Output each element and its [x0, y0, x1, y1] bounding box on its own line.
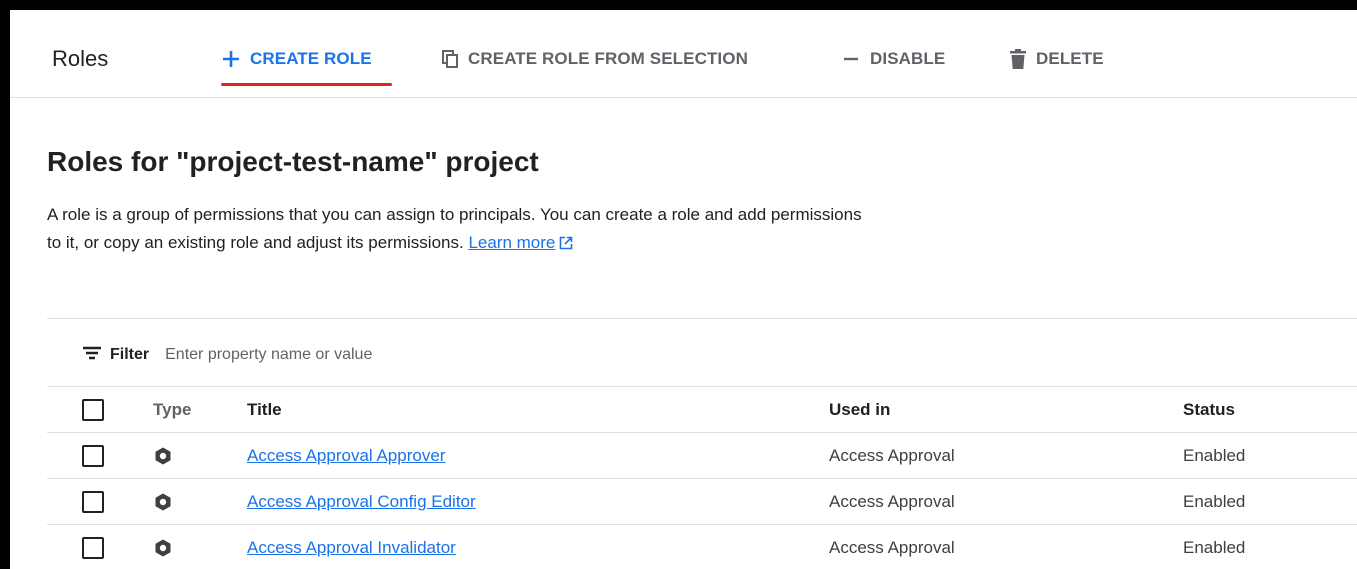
- create-role-from-selection-button[interactable]: CREATE ROLE FROM SELECTION: [442, 46, 748, 72]
- column-header-used-in[interactable]: Used in: [829, 387, 890, 432]
- used-in-cell: Access Approval: [829, 445, 955, 465]
- column-header-status[interactable]: Status: [1183, 387, 1235, 432]
- status-cell: Enabled: [1183, 491, 1246, 511]
- column-header-type[interactable]: Type: [153, 387, 191, 432]
- page-title: Roles for "project-test-name" project: [47, 146, 539, 177]
- disable-label: DISABLE: [870, 49, 946, 68]
- delete-label: DELETE: [1036, 49, 1104, 68]
- status-cell: Enabled: [1183, 537, 1246, 557]
- hexagon-role-icon: [153, 525, 173, 569]
- hexagon-role-icon: [153, 479, 173, 524]
- table-row: Access Approval Config Editor Access App…: [47, 479, 1357, 525]
- column-header-title[interactable]: Title: [247, 387, 282, 432]
- active-tab-underline: [221, 83, 392, 86]
- create-role-from-selection-label: CREATE ROLE FROM SELECTION: [468, 49, 748, 68]
- learn-more-link[interactable]: Learn more: [468, 233, 555, 252]
- page-description: A role is a group of permissions that yo…: [47, 201, 867, 259]
- copy-icon: [442, 50, 458, 68]
- minus-icon: [842, 50, 860, 68]
- description-text: A role is a group of permissions that yo…: [47, 205, 862, 252]
- divider: [47, 318, 1357, 319]
- delete-button[interactable]: DELETE: [1010, 46, 1104, 72]
- trash-icon: [1010, 49, 1026, 69]
- status-cell: Enabled: [1183, 445, 1246, 465]
- table-row: Access Approval Approver Access Approval…: [47, 433, 1357, 479]
- filter-label: Filter: [110, 346, 150, 363]
- role-title-cell: Access Approval Approver: [247, 433, 445, 478]
- disable-button[interactable]: DISABLE: [842, 46, 945, 72]
- table-header-row: Type Title Used in Status: [47, 386, 1357, 433]
- filter-bar[interactable]: Filter: [82, 343, 668, 367]
- role-title-cell: Access Approval Invalidator: [247, 525, 456, 569]
- select-all-checkbox[interactable]: [81, 387, 105, 432]
- role-title-link[interactable]: Access Approval Config Editor: [247, 492, 476, 512]
- create-role-label: CREATE ROLE: [250, 49, 372, 68]
- role-title-link[interactable]: Access Approval Approver: [247, 446, 445, 466]
- page-name: Roles: [52, 46, 109, 71]
- role-title-cell: Access Approval Config Editor: [247, 479, 476, 524]
- filter-input[interactable]: [163, 345, 668, 365]
- hexagon-role-icon: [153, 433, 173, 478]
- roles-page: Roles CREATE ROLE CREATE ROLE FROM SELEC…: [10, 10, 1357, 569]
- filter-icon: [82, 345, 102, 366]
- row-checkbox[interactable]: [81, 433, 105, 478]
- role-title-link[interactable]: Access Approval Invalidator: [247, 538, 456, 558]
- row-checkbox[interactable]: [81, 525, 105, 569]
- used-in-cell: Access Approval: [829, 537, 955, 557]
- external-link-icon: [559, 231, 573, 259]
- plus-icon: [222, 50, 240, 68]
- used-in-cell: Access Approval: [829, 491, 955, 511]
- table-row: Access Approval Invalidator Access Appro…: [47, 525, 1357, 569]
- row-checkbox[interactable]: [81, 479, 105, 524]
- toolbar: Roles CREATE ROLE CREATE ROLE FROM SELEC…: [10, 10, 1357, 98]
- learn-more-label: Learn more: [468, 233, 556, 252]
- create-role-button[interactable]: CREATE ROLE: [222, 46, 372, 72]
